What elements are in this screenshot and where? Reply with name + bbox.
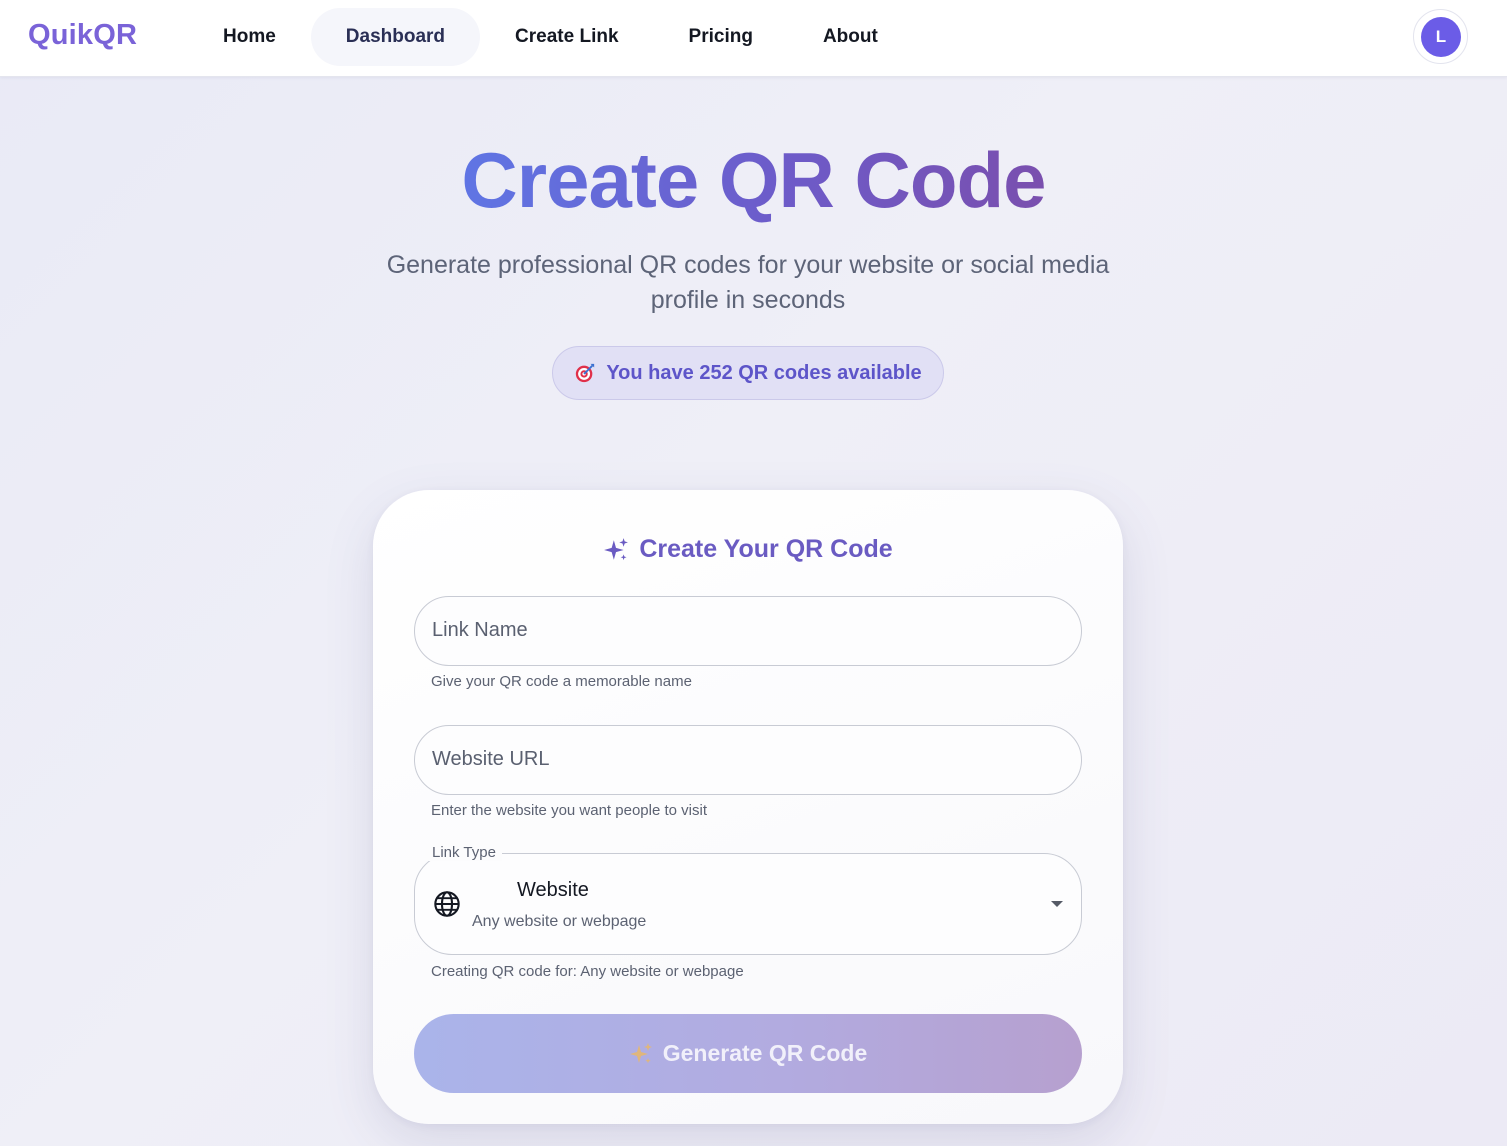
quota-badge: You have 252 QR codes available [552,346,944,400]
avatar: L [1421,17,1461,57]
chevron-down-icon [1051,901,1063,907]
link-name-field [414,596,1082,666]
globe-icon [434,891,460,917]
nav-item-create-link[interactable]: Create Link [480,8,653,66]
card-title-text: Create Your QR Code [639,535,893,563]
link-name-input[interactable] [432,597,1062,664]
top-navigation-bar: QuikQR Home Dashboard Create Link Pricin… [0,0,1507,77]
link-type-select[interactable]: Website Any website or webpage [414,853,1082,955]
sparkles-icon [604,537,629,560]
brand-logo[interactable]: QuikQR [28,19,137,52]
card-title: Create Your QR Code [373,535,1123,564]
nav-item-about[interactable]: About [788,8,913,66]
link-name-helper: Give your QR code a memorable name [431,673,692,690]
website-url-field [414,725,1082,795]
page-subtitle: Generate professional QR codes for your … [386,251,1110,314]
link-type-selected: Website [517,879,589,901]
nav-item-dashboard[interactable]: Dashboard [310,8,481,66]
target-icon [576,363,595,383]
user-menu-button[interactable]: L [1413,9,1468,64]
nav-item-home[interactable]: Home [188,8,311,66]
main-nav: Home Dashboard Create Link Pricing About [188,8,913,66]
generate-qr-button[interactable]: Generate QR Code [414,1014,1082,1093]
website-url-input[interactable] [432,726,1062,793]
create-qr-card: Create Your QR Code Give your QR code a … [373,490,1123,1124]
generate-qr-label: Generate QR Code [662,1040,868,1066]
quota-text: You have 252 QR codes available [606,361,922,384]
link-type-helper: Creating QR code for: Any website or web… [431,963,744,980]
link-type-label: Link Type [426,844,502,861]
website-url-helper: Enter the website you want people to vis… [431,802,707,819]
link-type-description: Any website or webpage [472,913,647,930]
nav-item-pricing[interactable]: Pricing [654,8,788,66]
sparkles-icon [629,1042,652,1063]
page-title: Create QR Code [461,136,1046,224]
